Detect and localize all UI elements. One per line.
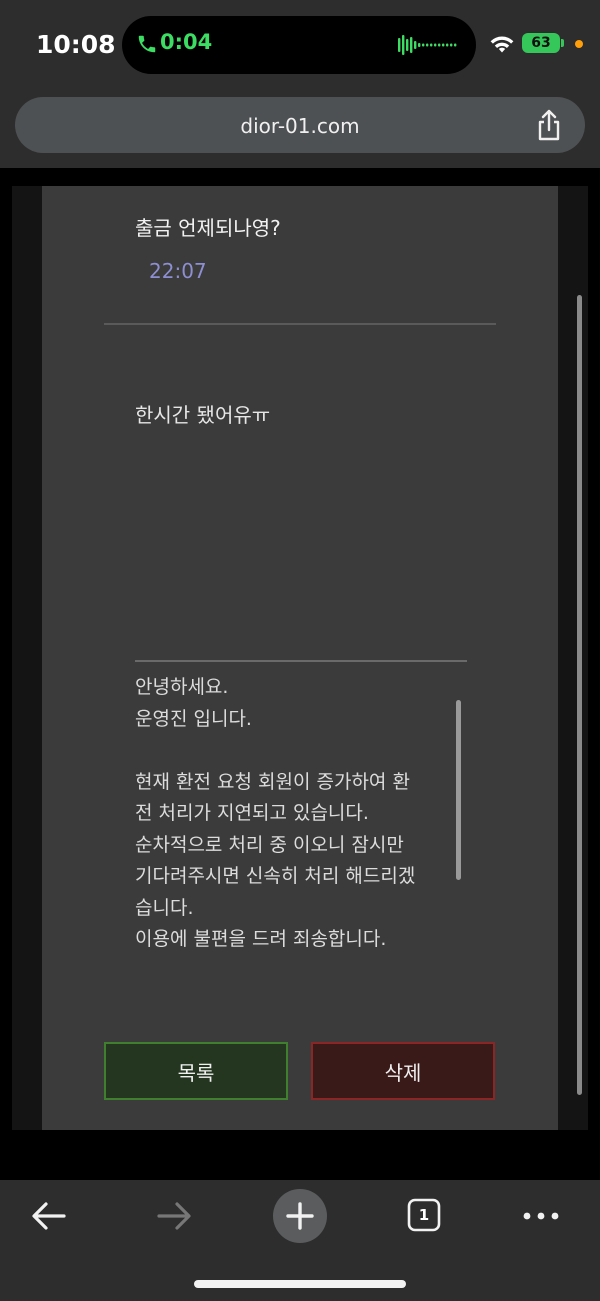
clock: 10:08	[36, 30, 116, 59]
arrow-right-icon[interactable]	[155, 1199, 193, 1233]
answer-line: 현재 환전 요청 회원이 증가하여 환	[135, 770, 410, 793]
waveform-icon	[398, 35, 457, 55]
battery-level: 63	[522, 33, 560, 53]
list-button[interactable]: 목록	[104, 1042, 288, 1100]
more-dots-icon[interactable]	[522, 1206, 560, 1226]
inquiry-detail: 출금 언제되나영? 22:07 한시간 됐어유ㅠ 안녕하세요. 운영진 입니다.…	[42, 186, 558, 1130]
call-indicator[interactable]: 0:04	[122, 16, 476, 74]
inquiry-question: 출금 언제되나영?	[135, 216, 281, 240]
answer-blank-line	[135, 735, 453, 767]
answer-line: 기다려주시면 신속히 처리 해드리겠	[135, 865, 416, 887]
admin-answer[interactable]: 안녕하세요. 운영진 입니다. 현재 환전 요청 회원이 증가하여 환 전 처리…	[135, 660, 467, 954]
answer-line: 전 처리가 지연되고 있습니다.	[135, 802, 369, 824]
battery-tip	[561, 39, 564, 47]
phone-icon	[138, 35, 156, 53]
inquiry-time: 22:07	[149, 259, 207, 283]
plus-icon	[286, 1202, 314, 1230]
answer-line: 이용에 불편을 드려 죄송합니다.	[135, 928, 387, 950]
share-icon[interactable]	[535, 109, 563, 141]
answer-line: 습니다.	[135, 896, 194, 919]
status-bar: 10:08 0:04 63	[0, 0, 600, 90]
new-tab-button[interactable]	[273, 1189, 327, 1243]
privacy-dot	[575, 40, 583, 48]
url-text[interactable]: dior-01.com	[15, 114, 585, 138]
answer-line: 운영진 입니다.	[135, 707, 252, 730]
address-bar[interactable]: dior-01.com	[15, 97, 585, 153]
page-margin-right	[558, 186, 588, 1130]
page-margin-left	[12, 186, 42, 1130]
home-indicator[interactable]	[194, 1280, 406, 1288]
divider	[104, 323, 496, 325]
tabs-count: 1	[418, 1206, 430, 1224]
answer-scrollbar[interactable]	[456, 700, 461, 880]
browser-bottom-bar: 1	[0, 1180, 600, 1301]
arrow-left-icon[interactable]	[30, 1199, 68, 1233]
delete-button[interactable]: 삭제	[311, 1042, 495, 1100]
answer-line: 안녕하세요.	[135, 676, 229, 698]
answer-text: 안녕하세요. 운영진 입니다. 현재 환전 요청 회원이 증가하여 환 전 처리…	[135, 672, 453, 956]
call-duration: 0:04	[160, 30, 213, 54]
wifi-icon	[490, 36, 514, 53]
tabs-button[interactable]: 1	[407, 1198, 441, 1232]
browser-top-bar: dior-01.com	[0, 90, 600, 168]
answer-line: 순차적으로 처리 중 이오니 잠시만	[135, 833, 404, 856]
web-page: 출금 언제되나영? 22:07 한시간 됐어유ㅠ 안녕하세요. 운영진 입니다.…	[0, 168, 600, 1180]
page-scrollbar[interactable]	[577, 295, 582, 1095]
inquiry-followup: 한시간 됐어유ㅠ	[135, 403, 271, 427]
